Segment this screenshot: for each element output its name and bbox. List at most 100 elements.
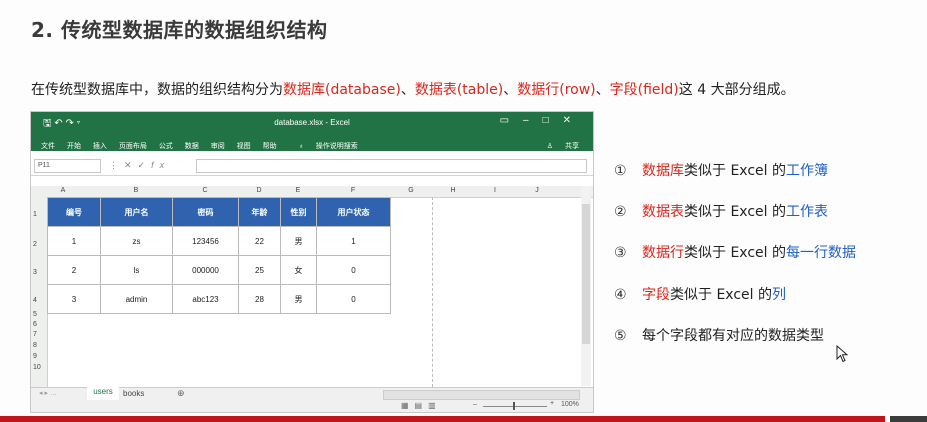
item-number: ⑤ [614,328,627,344]
lightbulb-icon: ♁ [298,143,304,150]
header-cell[interactable]: 性别 [280,197,317,227]
cell[interactable]: 000000 [172,255,239,285]
tell-me-label: 操作说明搜索 [315,143,358,150]
slide-title: 2. 传统型数据库的数据组织结构 [31,18,328,42]
cell[interactable]: 2 [47,255,101,285]
item-text: 类似于 Excel 的 [684,204,786,220]
intro-term-database: 数据库(database) [283,82,401,98]
col-header[interactable]: H [432,187,474,194]
formula-icons: ⋮✕✓fx [109,160,171,170]
menu-data[interactable]: 数据 [185,141,199,151]
col-header[interactable]: C [172,187,238,194]
sheet-grid[interactable]: 编号 用户名 密码 年龄 性别 用户状态 1 zs 123456 22 男 1 … [47,197,592,387]
item-excel-term: 列 [772,287,786,303]
intro-suffix: 这 4 大部分组成。 [678,82,795,98]
cell[interactable]: 男 [280,284,317,314]
fx-icon[interactable]: fx [151,160,170,170]
scrollbar-thumb[interactable] [582,204,590,344]
cell[interactable]: admin [100,284,173,314]
row-header[interactable]: 7 [33,331,37,338]
header-cell[interactable]: 编号 [47,197,101,227]
cell[interactable]: zs [100,226,173,256]
row-header[interactable]: 8 [33,342,37,349]
cell[interactable]: 25 [238,255,281,285]
menu-home[interactable]: 开始 [67,141,81,151]
row-header[interactable]: 9 [33,353,37,360]
cell[interactable]: 123456 [172,226,239,256]
menu-review[interactable]: 审阅 [211,141,225,151]
cell[interactable]: 22 [238,226,281,256]
table-header-row: 编号 用户名 密码 年龄 性别 用户状态 [47,197,391,227]
item-term: 字段 [642,287,670,303]
window-controls[interactable]: ▭–□✕ [500,115,585,126]
sheet-nav-arrows[interactable]: ◂ ▸ … [39,389,57,397]
cell[interactable]: 3 [47,284,101,314]
row-header[interactable]: 2 [33,241,37,248]
zoom-out-icon[interactable]: – [473,401,477,408]
menu-help[interactable]: 帮助 [263,141,277,151]
item-term: 数据库 [642,163,684,179]
list-item: ③ 数据行类似于 Excel 的每一行数据 [614,242,856,262]
cell[interactable]: abc123 [172,284,239,314]
share-label: 共享 [565,143,579,150]
cell[interactable]: 男 [280,226,317,256]
row-header[interactable]: 6 [33,321,37,328]
header-cell[interactable]: 年龄 [238,197,281,227]
item-term: 数据行 [642,245,684,261]
name-box[interactable]: P11 [34,159,101,173]
cell[interactable]: 0 [316,284,391,314]
list-item: ④ 字段类似于 Excel 的列 [614,284,786,304]
row-header[interactable]: 10 [33,364,41,371]
row-header[interactable]: 1 [33,211,37,218]
col-header[interactable]: G [390,187,432,194]
row-header[interactable]: 4 [33,297,37,304]
cell[interactable]: 女 [280,255,317,285]
zoom-slider-knob[interactable] [513,402,515,410]
col-header[interactable]: B [100,187,172,194]
item-number: ③ [614,245,627,261]
cell[interactable]: ls [100,255,173,285]
row-header[interactable]: 3 [33,269,37,276]
cell[interactable]: 0 [316,255,391,285]
col-header[interactable]: E [280,187,316,194]
status-bar: ▦▤▥ – + 100% [31,400,593,412]
tell-me-search[interactable]: ♁ 操作说明搜索 [289,137,358,151]
menu-page-layout[interactable]: 页面布局 [119,141,147,151]
header-cell[interactable]: 用户名 [100,197,173,227]
menu-insert[interactable]: 插入 [93,141,107,151]
horizontal-scrollbar[interactable] [383,390,580,400]
mouse-cursor-icon [836,345,849,363]
menu-view[interactable]: 视图 [237,141,251,151]
excel-window: 🖫 ↶ ↷ ▿ database.xlsx - Excel ▭–□✕ 文件 开始… [31,112,593,412]
col-header[interactable]: A [47,187,79,194]
zoom-slider[interactable] [483,406,547,407]
header-cell[interactable]: 密码 [172,197,239,227]
item-term: 数据表 [642,204,684,220]
header-cell[interactable]: 用户状态 [316,197,391,227]
item-text: 类似于 Excel 的 [684,245,786,261]
cell[interactable]: 1 [47,226,101,256]
item-excel-term: 每一行数据 [786,245,856,261]
sheet-tabs-bar: ◂ ▸ … users books ⊕ [31,387,593,402]
item-text: 类似于 Excel 的 [684,163,786,179]
add-sheet-icon[interactable]: ⊕ [177,388,185,399]
col-header[interactable]: J [516,187,558,194]
menu-file[interactable]: 文件 [41,141,55,151]
col-header[interactable]: I [474,187,516,194]
sheet-tab-books[interactable]: books [123,389,144,398]
item-number: ② [614,204,627,220]
intro-text: 在传统型数据库中，数据的组织结构分为数据库(database)、数据表(tabl… [31,79,795,99]
vertical-scrollbar[interactable] [581,186,591,386]
row-header[interactable]: 5 [33,311,37,318]
menu-formulas[interactable]: 公式 [159,141,173,151]
zoom-in-icon[interactable]: + [550,400,554,407]
zoom-level[interactable]: 100% [561,401,579,408]
cell[interactable]: 28 [238,284,281,314]
cell[interactable]: 1 [316,226,391,256]
view-mode-icons[interactable]: ▦▤▥ [401,401,442,410]
intro-term-table: 数据表(table) [414,82,504,98]
col-header[interactable]: D [238,187,280,194]
formula-input[interactable] [196,159,587,173]
col-header[interactable]: F [316,187,390,194]
share-button[interactable]: ♙ 共享 [537,137,579,151]
